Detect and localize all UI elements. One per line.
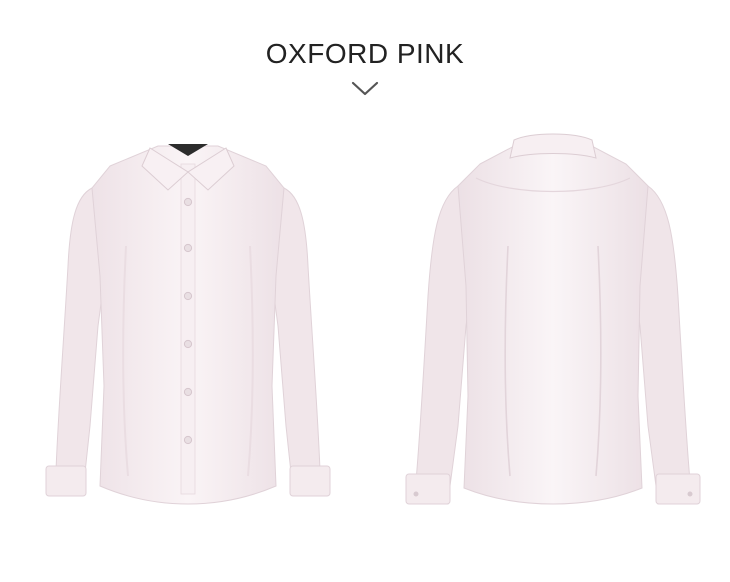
chevron-down-icon xyxy=(351,81,379,96)
shirt-back-photo xyxy=(405,133,701,505)
shirt-front-photo xyxy=(45,144,331,505)
product-color-title: OXFORD PINK xyxy=(265,38,465,69)
